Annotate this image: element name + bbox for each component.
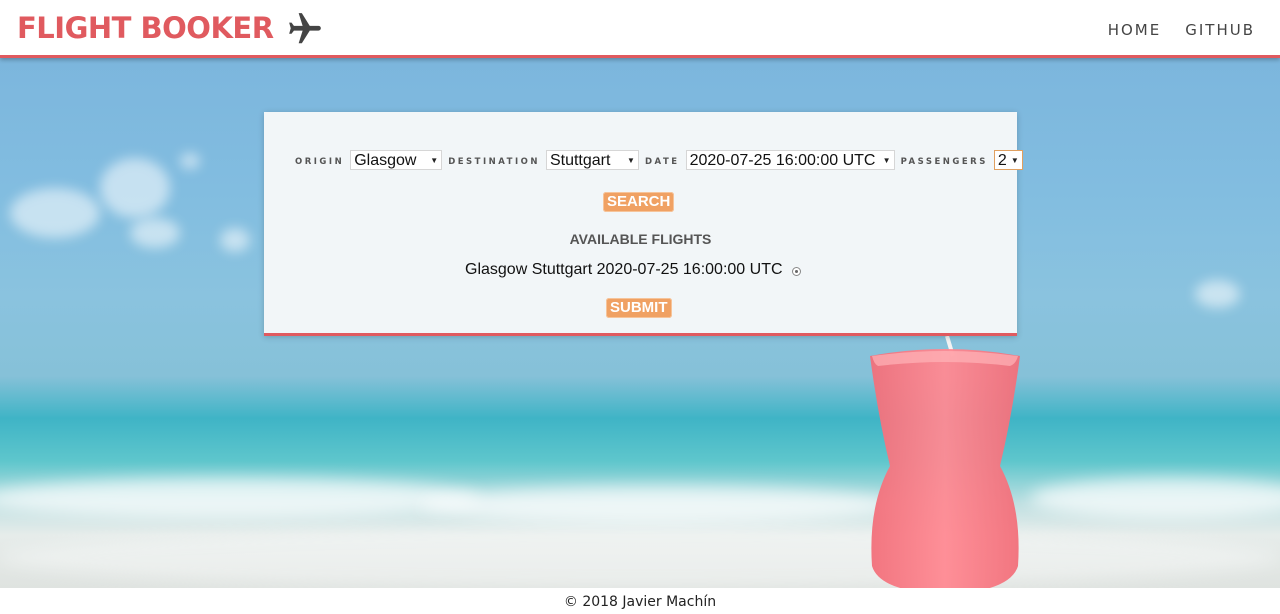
footer: © 2018 Javier Machín <box>0 588 1280 614</box>
destination-value: Stuttgart <box>549 152 611 169</box>
passengers-select[interactable]: 2 ▼ <box>993 150 1023 170</box>
airplane-icon <box>289 13 321 44</box>
caret-down-icon: ▼ <box>882 156 891 165</box>
destination-select[interactable]: Stuttgart ▼ <box>545 150 639 170</box>
caret-down-icon: ▼ <box>430 156 439 165</box>
search-form-card: ORIGIN Glasgow ▼ DESTINATION Stuttgart ▼… <box>264 112 1023 336</box>
date-select[interactable]: 2020-07-25 16:00:00 UTC ▼ <box>685 150 895 170</box>
date-value: 2020-07-25 16:00:00 UTC <box>689 152 876 169</box>
brand-title[interactable]: FLIGHT BOOKER <box>17 11 274 45</box>
passengers-label: PASSENGERS <box>900 157 988 167</box>
date-label: DATE <box>644 157 680 167</box>
search-form-row: ORIGIN Glasgow ▼ DESTINATION Stuttgart ▼… <box>295 150 1029 170</box>
destination-label: DESTINATION <box>448 157 540 167</box>
nav-home-link[interactable]: HOME <box>1108 21 1162 39</box>
origin-select[interactable]: Glasgow ▼ <box>350 150 443 170</box>
origin-label: ORIGIN <box>295 157 345 167</box>
radio-button-icon[interactable] <box>791 267 801 276</box>
top-navbar: FLIGHT BOOKER HOME GITHUB <box>0 0 1280 58</box>
submit-button[interactable]: SUBMIT <box>606 298 672 318</box>
passengers-value: 2 <box>997 152 1007 169</box>
nav-github-link[interactable]: GITHUB <box>1185 21 1255 39</box>
drink-image <box>870 336 1020 588</box>
flight-option[interactable]: Glasgow Stuttgart 2020-07-25 16:00:00 UT… <box>465 261 801 279</box>
caret-down-icon: ▼ <box>627 156 635 165</box>
footer-copyright: © 2018 Javier Machín <box>563 594 717 610</box>
main-nav: HOME GITHUB <box>1108 21 1255 39</box>
search-button[interactable]: SEARCH <box>603 192 675 212</box>
available-flights-heading: AVAILABLE FLIGHTS <box>569 231 712 247</box>
caret-down-icon: ▼ <box>1010 156 1019 165</box>
origin-value: Glasgow <box>354 152 417 169</box>
flight-option-label: Glasgow Stuttgart 2020-07-25 16:00:00 UT… <box>465 261 783 278</box>
